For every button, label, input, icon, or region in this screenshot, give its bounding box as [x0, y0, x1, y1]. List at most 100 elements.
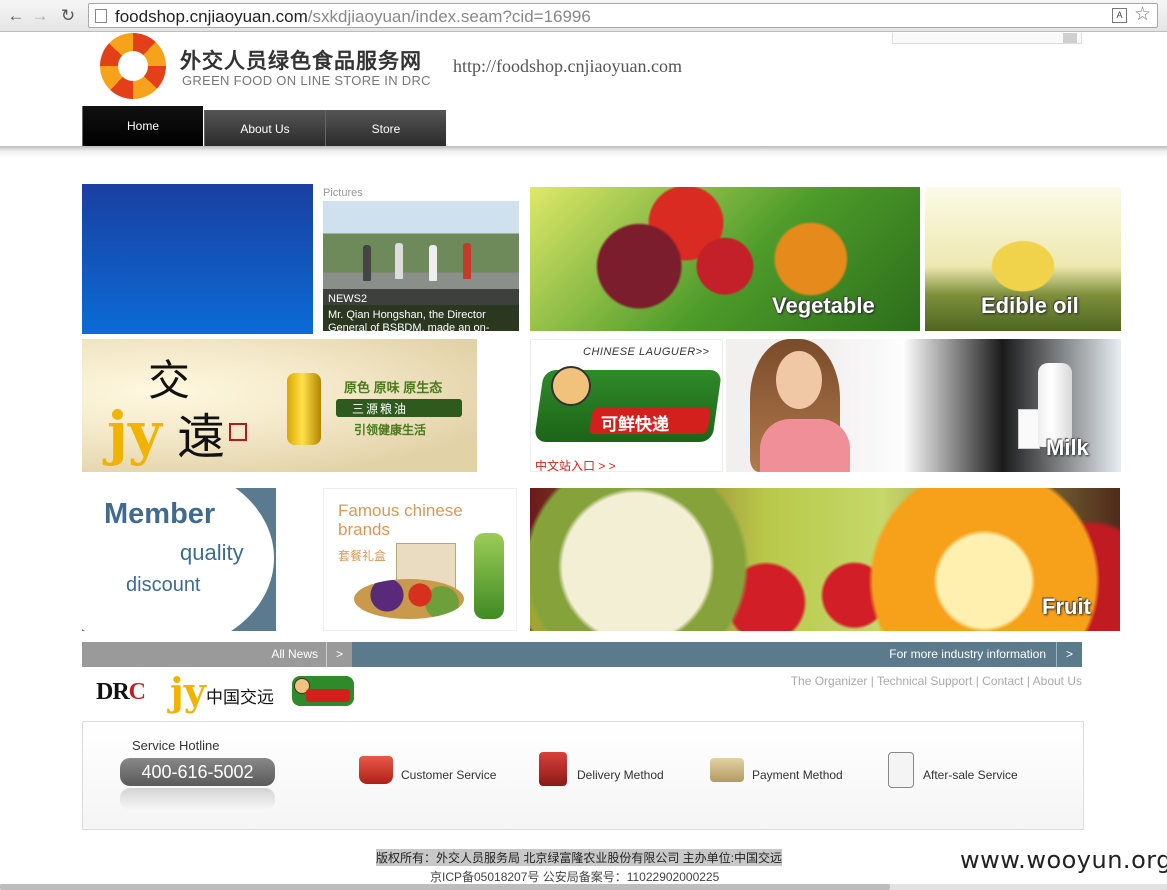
photo-figure — [363, 245, 371, 281]
site-logo-icon[interactable] — [100, 33, 166, 99]
member-banner[interactable]: Member quality discount — [82, 488, 276, 631]
scrollbar-thumb[interactable] — [0, 884, 890, 890]
service-panel: Service Hotline 400-616-5002 Customer Se… — [82, 721, 1084, 830]
contact-link[interactable]: Contact — [982, 674, 1023, 688]
hotline-pill: 400-616-5002 — [120, 758, 275, 786]
express-band — [306, 689, 350, 702]
bookmark-star-icon[interactable]: ☆ — [1134, 5, 1151, 25]
seal-stamp-icon — [229, 423, 247, 441]
oil-bottle-icon — [287, 373, 321, 445]
news-photo-tile[interactable]: NEWS2 Mr. Qian Hongshan, the Director Ge… — [323, 201, 519, 331]
chevron-right-icon[interactable]: > — [1056, 642, 1082, 667]
news-summary[interactable]: Mr. Qian Hongshan, the Director General … — [328, 309, 514, 331]
link-separator: | — [1023, 674, 1033, 688]
chevron-right-icon[interactable]: > — [326, 642, 352, 667]
category-edible-oil[interactable]: Edible oil — [925, 187, 1121, 331]
nav-home[interactable]: Home — [82, 106, 203, 146]
forward-icon[interactable]: → — [30, 6, 50, 26]
link-separator: | — [867, 674, 877, 688]
search-icon[interactable] — [1063, 33, 1077, 43]
china-jiaoyuan-logo[interactable]: 中国交远 — [206, 683, 274, 708]
translate-icon[interactable]: A — [1112, 8, 1127, 23]
url-text: foodshop.cnjiaoyuan.com/sxkdjiaoyuan/ind… — [115, 7, 591, 26]
payment-card-icon — [710, 758, 744, 782]
link-separator: | — [972, 674, 983, 688]
site-subtitle: GREEN FOOD ON LINE STORE IN DRC — [182, 73, 431, 88]
category-milk[interactable]: Milk — [726, 339, 1121, 472]
site-title: 外交人员绿色食品服务网 — [180, 50, 422, 73]
jy-partner-logo-icon[interactable]: jy — [170, 669, 206, 714]
jy-logo-icon: jy — [107, 399, 162, 467]
member-discount: discount — [126, 574, 201, 596]
nav-home-label: Home — [126, 119, 159, 133]
category-vegetable[interactable]: Vegetable — [530, 187, 920, 331]
watermark: www.wooyun.org — [960, 846, 1167, 874]
photo-figure — [395, 243, 403, 279]
all-news-button[interactable]: All News — [82, 642, 352, 667]
milk-glass-icon — [1018, 409, 1040, 449]
hotline-reflection — [120, 788, 275, 810]
address-bar[interactable]: foodshop.cnjiaoyuan.com/sxkdjiaoyuan/ind… — [88, 3, 1158, 28]
browser-toolbar: ← → ↻ foodshop.cnjiaoyuan.com/sxkdjiaoyu… — [0, 0, 1167, 32]
chinese-site-link[interactable]: 中文站入口 > > — [535, 457, 616, 471]
model-body — [760, 419, 850, 472]
vegetable-caption: Vegetable — [772, 293, 875, 318]
edible-oil-caption: Edible oil — [981, 293, 1079, 318]
page-icon — [95, 9, 107, 23]
after-sale-service-label: After-sale Service — [923, 768, 1018, 782]
payment-method-label: Payment Method — [752, 768, 843, 782]
back-icon[interactable]: ← — [6, 6, 26, 26]
nav-about-label: About Us — [240, 122, 290, 136]
model-face — [776, 351, 822, 409]
photo-figure — [429, 245, 437, 281]
pictures-label: Pictures — [323, 187, 363, 199]
drc-logo[interactable]: DRC — [96, 679, 146, 706]
hotline-label: Service Hotline — [132, 738, 220, 753]
footer-links: The Organizer | Technical Support | Cont… — [700, 674, 1082, 688]
banner-blue[interactable] — [82, 184, 313, 334]
nav-about-us[interactable]: About Us — [204, 110, 325, 146]
delivery-truck-icon — [539, 752, 567, 786]
brands-subtitle: 套餐礼盒 — [338, 549, 387, 563]
nav-divider — [0, 146, 1167, 158]
basket-icon — [354, 579, 464, 619]
express-brand: 可鲜快递 — [601, 415, 669, 434]
tech-support-link[interactable]: Technical Support — [877, 674, 972, 688]
chinese-site-entry[interactable]: CHINESE LAUGUER>> 可鲜快递 中文站入口 > > — [530, 339, 723, 472]
famous-brands-banner[interactable]: Famous chinese brands 套餐礼盒 — [323, 488, 517, 631]
express-partner-logo[interactable] — [292, 676, 354, 706]
category-fruit[interactable]: Fruit — [530, 488, 1120, 631]
site-url: http://foodshop.cnjiaoyuan.com — [453, 56, 682, 76]
nav-store-label: Store — [371, 122, 401, 136]
jy-slogan-1: 原色 原味 原生态 — [344, 380, 443, 395]
drc-logo-c: C — [128, 679, 146, 705]
clipboard-icon — [888, 752, 914, 788]
fruit-caption: Fruit — [1042, 594, 1091, 619]
mascot-icon — [551, 366, 591, 406]
nav-store[interactable]: Store — [325, 110, 446, 146]
member-title: Member — [104, 498, 216, 530]
delivery-method-label: Delivery Method — [577, 768, 664, 782]
jy-slogan-2: 三源粮油 — [352, 402, 409, 416]
news-bar: All News > For more industry information… — [82, 642, 1082, 667]
shopping-basket-icon — [359, 756, 393, 784]
reload-icon[interactable]: ↻ — [58, 6, 78, 26]
customer-service-label: Customer Service — [401, 768, 497, 782]
drc-logo-text: DR — [96, 679, 130, 705]
organizer-link[interactable]: The Organizer — [791, 674, 868, 688]
jiaoyuan-oil-banner[interactable]: jy 交 遠 原色 原味 原生态 三源粮油 引领健康生活 — [82, 339, 477, 472]
copyright-text: 版权所有：外交人员服务局 北京绿富隆农业股份有限公司 主办单位:中国交远 — [376, 849, 783, 866]
search-input[interactable] — [892, 33, 1082, 44]
more-info-link[interactable]: For more industry information — [889, 647, 1046, 661]
hotline-number: 400-616-5002 — [141, 762, 254, 782]
news-title[interactable]: NEWS2 — [328, 293, 367, 305]
vegetable-bundle-icon — [474, 533, 504, 619]
milk-caption: Milk — [1046, 435, 1089, 460]
icp-record-text: 京ICP备05018207号 公安局备案号：11022902000225 — [430, 870, 720, 884]
photo-figure — [463, 243, 471, 279]
about-us-link[interactable]: About Us — [1033, 674, 1082, 688]
horizontal-scrollbar[interactable] — [0, 884, 1167, 890]
express-heading: CHINESE LAUGUER>> — [583, 346, 710, 358]
member-quality: quality — [180, 540, 244, 565]
jy-calligraphy-2: 遠 — [177, 409, 226, 465]
